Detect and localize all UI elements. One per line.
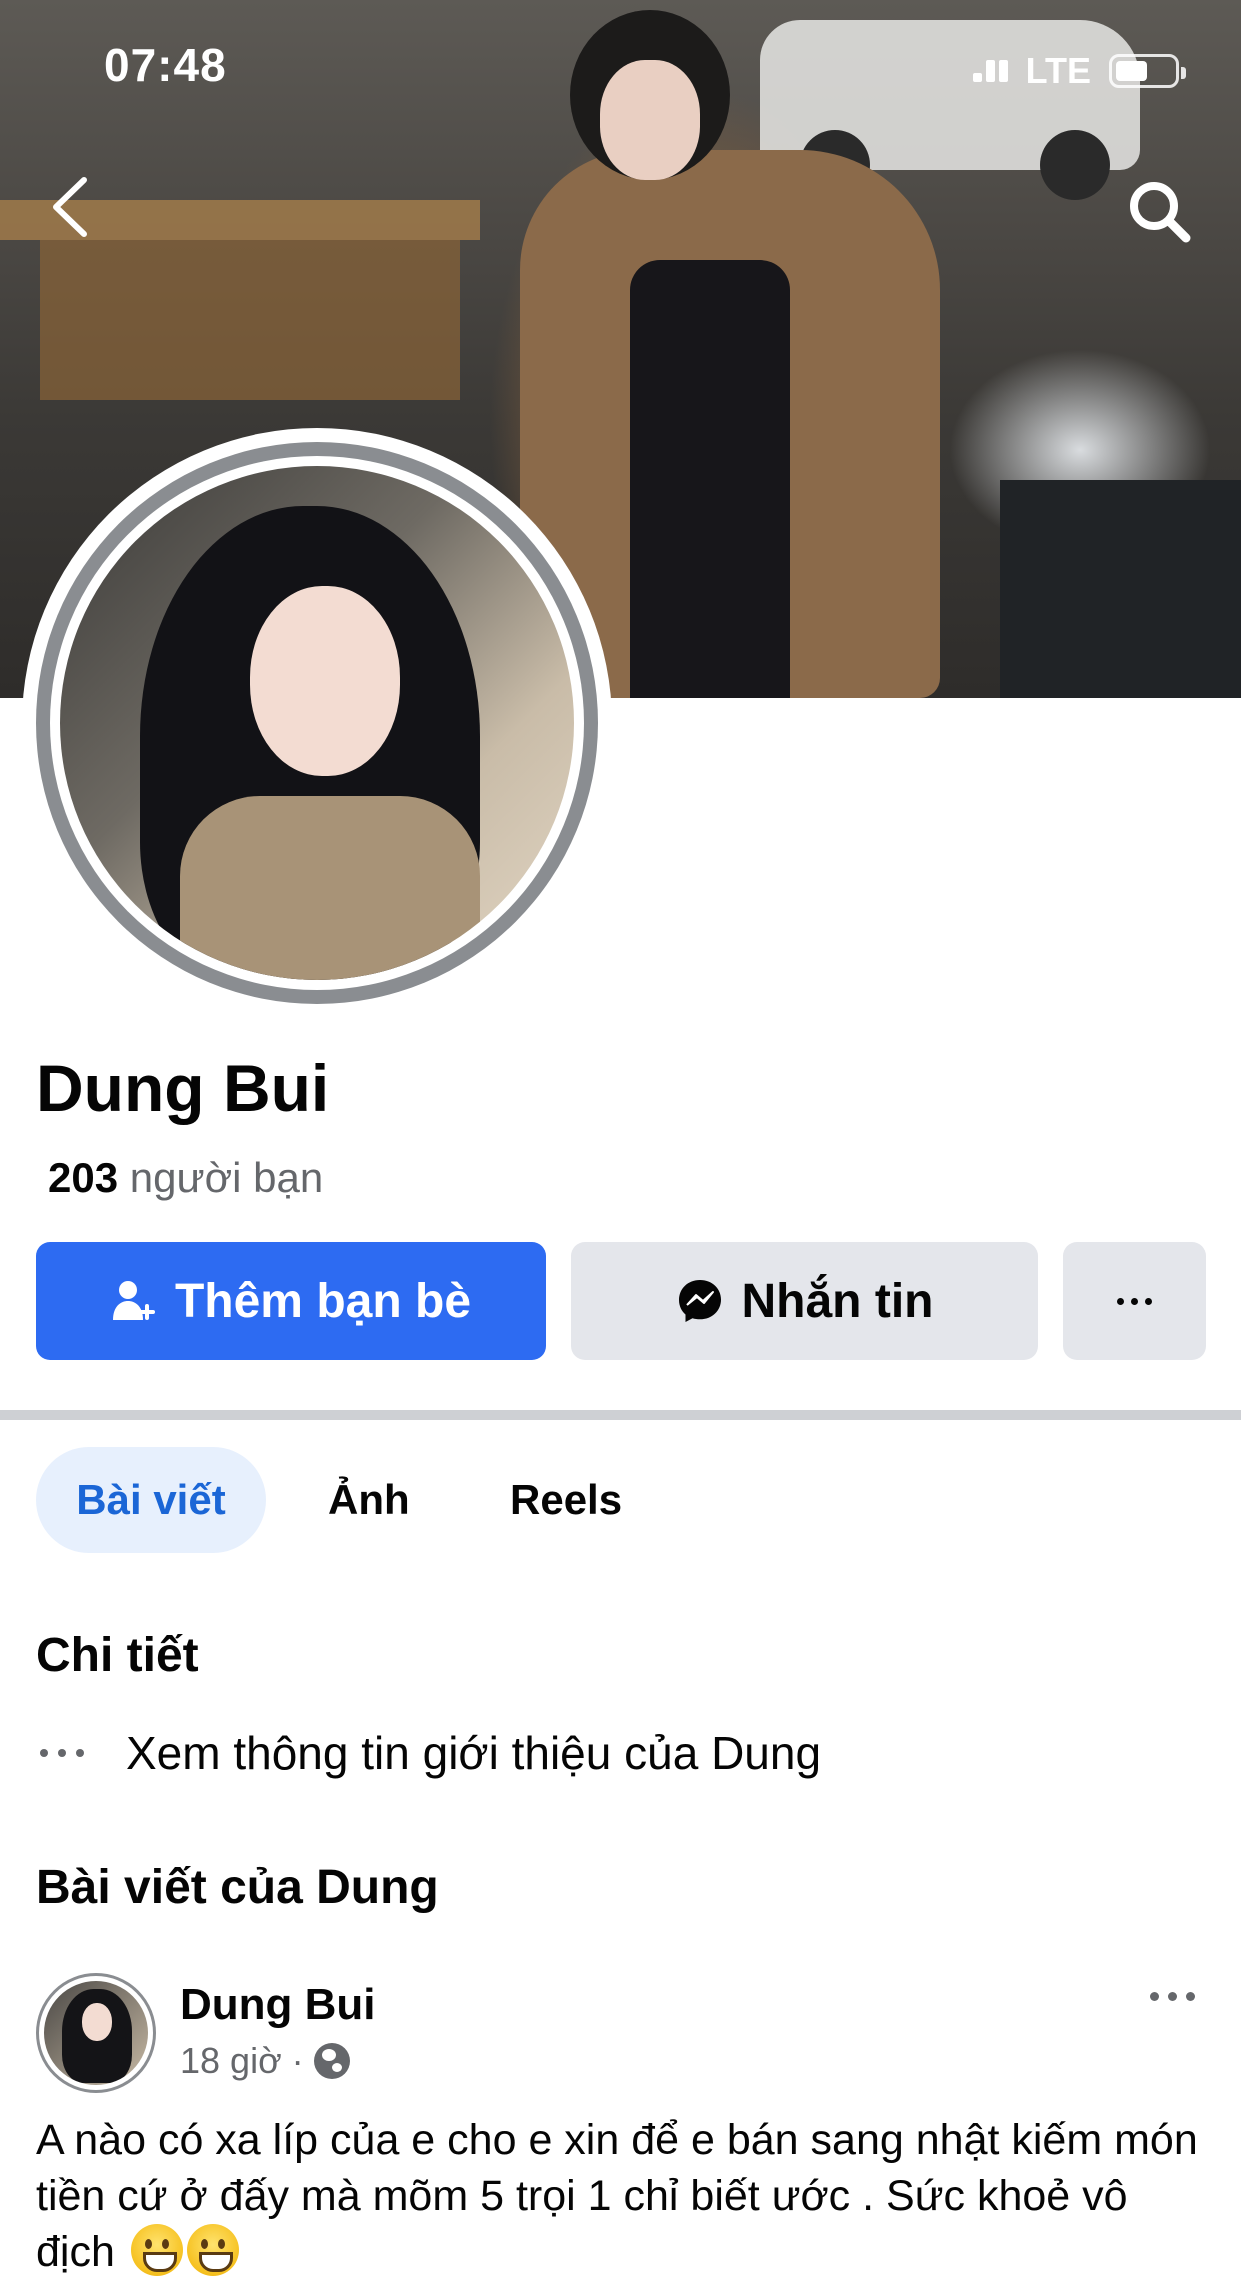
network-label: LTE [1025,50,1091,91]
more-horizontal-icon [1117,1297,1152,1305]
cover-photo-detail [40,240,460,400]
cover-photo-detail [630,260,790,698]
friends-count-number: 203 [48,1154,119,1201]
cover-photo-detail [1040,130,1110,200]
status-time: 07:48 [104,39,227,91]
search-icon [1130,182,1191,243]
cover-photo-detail [1000,480,1241,698]
posts-heading: Bài viết của Dung [36,1861,439,1914]
profile-avatar[interactable] [22,428,612,1018]
more-options-button[interactable] [1063,1242,1206,1360]
meta-separator: · [291,2040,304,2081]
tab-reels[interactable]: Reels [510,1447,622,1553]
add-friend-button[interactable]: Thêm bạn bè [36,1242,546,1360]
add-friend-label: Thêm bạn bè [174,1274,472,1328]
post-author-avatar[interactable] [36,1973,156,2093]
back-button[interactable] [46,172,96,242]
friends-count[interactable]: 203 người bạn [48,1154,323,1202]
post-body: A nào có xa líp của e cho e xin để e bán… [36,2112,1216,2280]
view-intro-link[interactable]: Xem thông tin giới thiệu của Dung [40,1726,821,1780]
battery-icon [1109,54,1186,88]
view-intro-label: Xem thông tin giới thiệu của Dung [126,1727,822,1779]
grinning-face-icon [186,2224,239,2276]
section-divider [0,1410,1241,1420]
more-horizontal-icon [40,1749,84,1757]
post-options-button[interactable] [1150,1992,1195,2001]
friends-count-label: người bạn [129,1154,324,1201]
grinning-face-icon [130,2224,183,2276]
search-button[interactable] [1126,178,1192,244]
cover-photo-detail [600,60,700,180]
post-time: 18 giờ [180,2040,282,2081]
messenger-icon [678,1280,721,1322]
details-heading: Chi tiết [36,1629,199,1682]
more-horizontal-icon [1150,1992,1195,2001]
message-label: Nhắn tin [741,1274,934,1328]
tab-photos[interactable]: Ảnh [328,1447,410,1553]
message-button[interactable]: Nhắn tin [571,1242,1038,1360]
tab-posts[interactable]: Bài viết [36,1447,266,1553]
post-author-name[interactable]: Dung Bui [180,1980,376,2030]
chevron-left-icon [53,177,87,237]
post-meta: 18 giờ · [180,2040,350,2082]
signal-icon [972,60,1008,82]
add-person-icon [112,1281,155,1320]
profile-name: Dung Bui [36,1051,330,1125]
globe-icon [313,2043,350,2079]
status-indicators: LTE [972,50,1186,92]
avatar-photo [60,466,574,980]
